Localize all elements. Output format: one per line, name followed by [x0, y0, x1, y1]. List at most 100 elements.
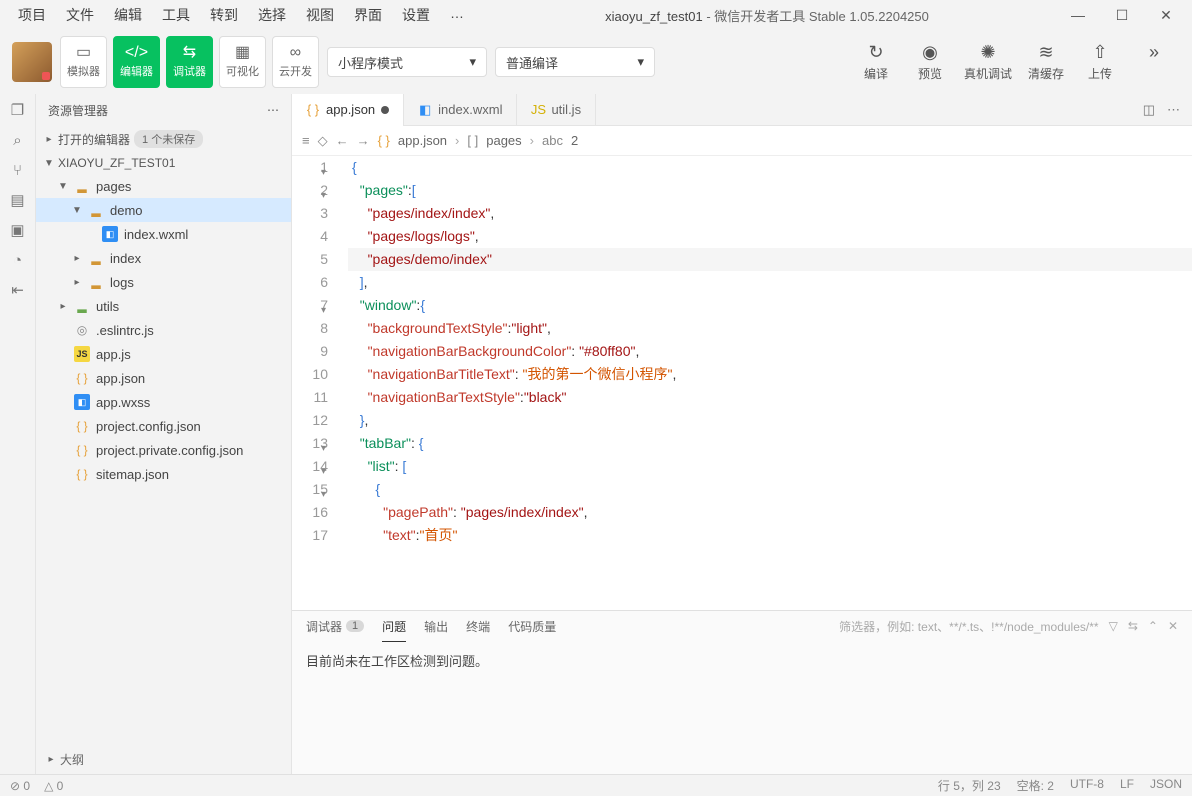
language-mode[interactable]: JSON	[1150, 777, 1182, 794]
code-line[interactable]: "navigationBarBackgroundColor": "#80ff80…	[348, 340, 1192, 363]
tree-row[interactable]: JSapp.js	[36, 342, 291, 366]
code-line[interactable]: "pages/logs/logs",	[348, 225, 1192, 248]
menu-item[interactable]: 文件	[56, 1, 104, 29]
tree-row[interactable]: { }project.private.config.json	[36, 438, 291, 462]
code-line[interactable]: "pagePath": "pages/index/index",	[348, 501, 1192, 524]
tree-row[interactable]: ▸▂utils	[36, 294, 291, 318]
branch-icon[interactable]: ⑂	[8, 160, 28, 180]
menu-item[interactable]: 转到	[200, 1, 248, 29]
panel-tab-problems[interactable]: 问题	[382, 618, 406, 642]
bookmark-icon[interactable]: ◇	[318, 133, 328, 149]
code-line[interactable]: "tabBar": {	[348, 432, 1192, 455]
preview-button[interactable]: ◉预览	[904, 38, 956, 86]
menu-item[interactable]: 工具	[152, 1, 200, 29]
tree-row[interactable]: { }project.config.json	[36, 414, 291, 438]
menu-item[interactable]: 视图	[296, 1, 344, 29]
code-line[interactable]: },	[348, 409, 1192, 432]
tree-label: app.js	[96, 347, 131, 362]
maximize-button[interactable]: ☐	[1104, 3, 1140, 27]
menu-item[interactable]: …	[440, 1, 474, 29]
ext3-icon[interactable]: ◔	[8, 250, 28, 270]
menu-item[interactable]: 选择	[248, 1, 296, 29]
tree-row[interactable]: { }app.json	[36, 366, 291, 390]
ext1-icon[interactable]: ▤	[8, 190, 28, 210]
forward-icon[interactable]: →	[357, 133, 370, 148]
upload-button[interactable]: ⇧上传	[1074, 38, 1126, 86]
ext4-icon[interactable]: ⇤	[8, 280, 28, 300]
editor-tab[interactable]: { }app.json	[292, 94, 404, 126]
ext2-icon[interactable]: ▣	[8, 220, 28, 240]
code-line[interactable]: "navigationBarTextStyle":"black"	[348, 386, 1192, 409]
panel-tab-debugger[interactable]: 调试器1	[306, 618, 364, 635]
tree-row[interactable]: ▸▂logs	[36, 270, 291, 294]
tree-row[interactable]: ▼▂demo	[36, 198, 291, 222]
more-icon[interactable]: ⋯	[1167, 102, 1180, 118]
filter-placeholder[interactable]: 筛选器，例如: text、**/*.ts、!**/node_modules/**	[839, 618, 1098, 635]
code-line[interactable]: "pages":[	[348, 179, 1192, 202]
status-warnings[interactable]: △ 0	[44, 779, 63, 793]
code-line[interactable]: "pages/index/index",	[348, 202, 1192, 225]
list-icon[interactable]: ≡	[302, 133, 310, 148]
eol[interactable]: LF	[1120, 777, 1134, 794]
code-body[interactable]: { "pages":[ "pages/index/index", "pages/…	[348, 156, 1192, 610]
more-icon[interactable]: ⋯	[267, 103, 279, 117]
code-line[interactable]: "navigationBarTitleText": "我的第一个微信小程序",	[348, 363, 1192, 386]
status-errors[interactable]: ⊘ 0	[10, 779, 30, 793]
menu-item[interactable]: 项目	[8, 1, 56, 29]
breadcrumb-file[interactable]: app.json	[398, 133, 447, 148]
panel-tab-quality[interactable]: 代码质量	[508, 618, 556, 635]
code-line[interactable]: ],	[348, 271, 1192, 294]
filter-icon[interactable]: ▽	[1109, 619, 1118, 633]
outline-section[interactable]: ▸大纲	[36, 745, 291, 774]
tree-row[interactable]: ◧app.wxss	[36, 390, 291, 414]
encoding[interactable]: UTF-8	[1070, 777, 1104, 794]
menu-item[interactable]: 设置	[392, 1, 440, 29]
editor-tab[interactable]: JSutil.js	[517, 94, 596, 126]
breadcrumb-seg2[interactable]: 2	[571, 133, 578, 148]
editor-button[interactable]: </>编辑器	[113, 36, 160, 88]
tree-row[interactable]: { }sitemap.json	[36, 462, 291, 486]
compile-button[interactable]: ↻编译	[850, 38, 902, 86]
chevron-up-icon[interactable]: ⌃	[1148, 619, 1158, 633]
project-section[interactable]: ▼XIAOYU_ZF_TEST01	[36, 152, 291, 174]
tree-row[interactable]: ◧index.wxml	[36, 222, 291, 246]
search-icon[interactable]: ⌕	[8, 130, 28, 150]
mode-select[interactable]: 小程序模式▾	[327, 47, 487, 77]
collapse-icon[interactable]: ⇆	[1128, 619, 1138, 633]
tree-row[interactable]: ▸▂index	[36, 246, 291, 270]
compile-select[interactable]: 普通编译▾	[495, 47, 655, 77]
close-button[interactable]: ✕	[1148, 3, 1184, 27]
more-button[interactable]: »	[1128, 38, 1180, 86]
code-line[interactable]: "backgroundTextStyle":"light",	[348, 317, 1192, 340]
explorer-icon[interactable]: ❐	[8, 100, 28, 120]
remote-debug-button[interactable]: ✺真机调试	[958, 38, 1018, 86]
breadcrumb-seg1[interactable]: pages	[486, 133, 521, 148]
code-line[interactable]: "window":{	[348, 294, 1192, 317]
clear-cache-button[interactable]: ≋清缓存	[1020, 38, 1072, 86]
open-editors-section[interactable]: ▸打开的编辑器 1 个未保存	[36, 126, 291, 152]
debugger-button[interactable]: ⇆调试器	[166, 36, 213, 88]
split-icon[interactable]: ◫	[1143, 102, 1155, 118]
tree-row[interactable]: ▼▂pages	[36, 174, 291, 198]
panel-tab-output[interactable]: 输出	[424, 618, 448, 635]
code-line[interactable]: {	[348, 478, 1192, 501]
tree-row[interactable]: ◎.eslintrc.js	[36, 318, 291, 342]
simulator-button[interactable]: ▭模拟器	[60, 36, 107, 88]
cloud-button[interactable]: ∞云开发	[272, 36, 319, 88]
menu-item[interactable]: 界面	[344, 1, 392, 29]
back-icon[interactable]: ←	[336, 133, 349, 148]
code-line[interactable]: "pages/demo/index"	[348, 248, 1192, 271]
panel-tab-terminal[interactable]: 终端	[466, 618, 490, 635]
minimize-button[interactable]: —	[1060, 3, 1096, 27]
cursor-position[interactable]: 行 5，列 23	[938, 777, 1001, 794]
code-editor[interactable]: 1▾2▾34567▾8910111213▾14▾15▾1617 { "pages…	[292, 156, 1192, 610]
visual-button[interactable]: ▦可视化	[219, 36, 266, 88]
code-line[interactable]: "text":"首页"	[348, 524, 1192, 547]
avatar[interactable]	[12, 42, 52, 82]
code-line[interactable]: "list": [	[348, 455, 1192, 478]
indent-info[interactable]: 空格: 2	[1017, 777, 1054, 794]
close-panel-icon[interactable]: ✕	[1168, 619, 1178, 633]
code-line[interactable]: {	[348, 156, 1192, 179]
menu-item[interactable]: 编辑	[104, 1, 152, 29]
editor-tab[interactable]: ◧index.wxml	[404, 94, 517, 126]
